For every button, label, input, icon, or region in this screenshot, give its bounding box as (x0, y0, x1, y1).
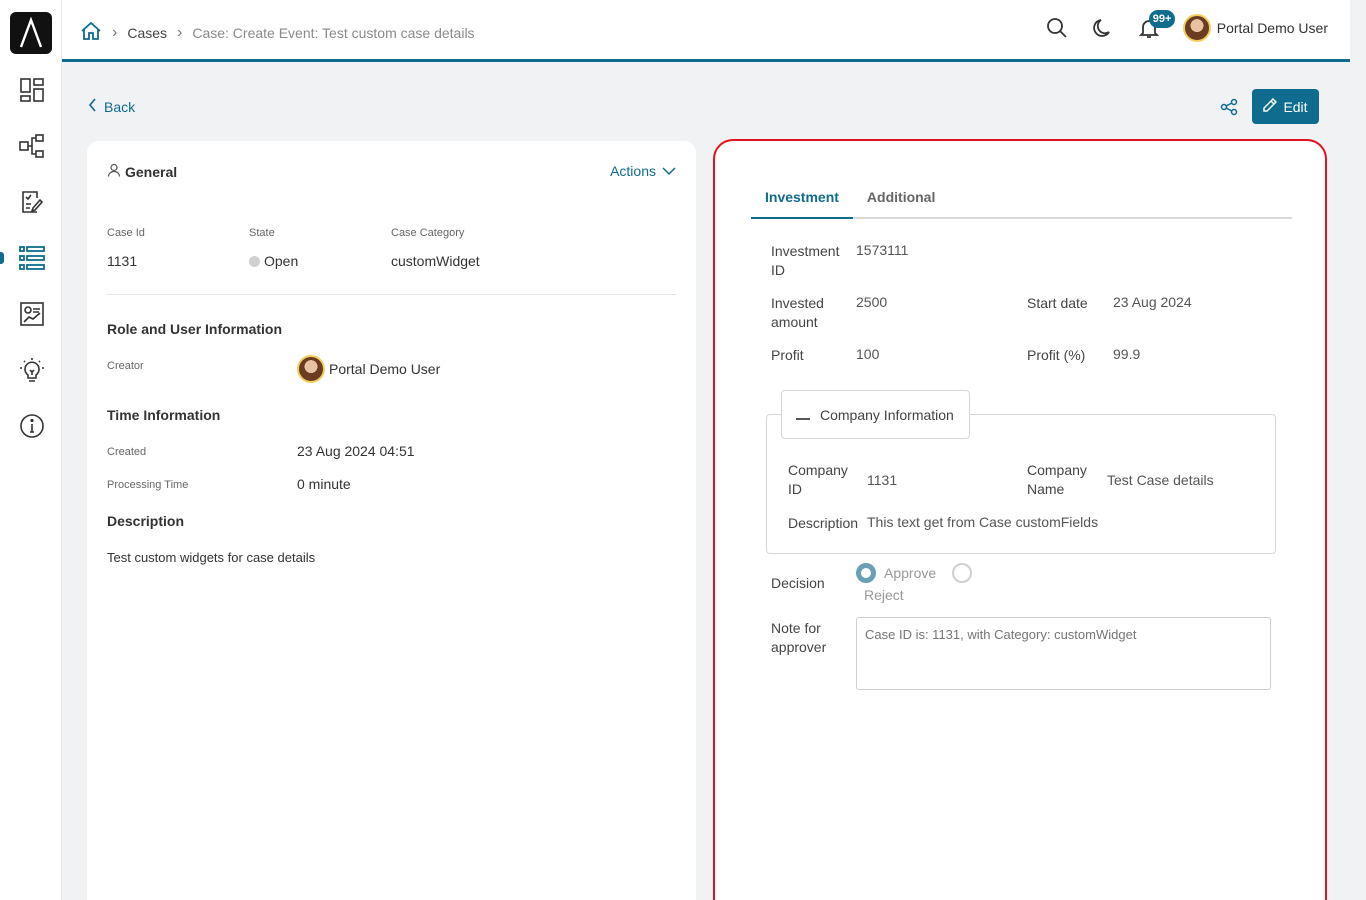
breadcrumb: › Cases › Case: Create Event: Test custo… (80, 20, 475, 45)
tab-additional[interactable]: Additional (853, 181, 949, 217)
general-title: General (107, 163, 177, 180)
creator-name: Portal Demo User (329, 361, 441, 377)
actions-label: Actions (610, 163, 656, 179)
back-button[interactable]: Back (88, 98, 135, 115)
state-dot (249, 256, 260, 267)
investment-id-label: Investment ID (771, 243, 840, 278)
description-text: Test custom widgets for case details (107, 550, 316, 565)
tasks-icon[interactable] (18, 188, 46, 216)
user-menu[interactable]: Portal Demo User (1182, 14, 1328, 42)
company-panel-toggle[interactable]: Company Information (781, 390, 970, 439)
company-panel-title: Company Information (820, 406, 954, 423)
chevron-right-icon: › (177, 23, 183, 41)
back-label: Back (104, 98, 136, 115)
company-desc-value: This text get from Case customFields (867, 514, 1099, 530)
info-icon[interactable] (18, 412, 46, 440)
sidebar (0, 0, 62, 900)
actions-dropdown[interactable]: Actions (610, 163, 676, 179)
company-desc-label: Description (788, 515, 859, 531)
profit-pct-value: 99.9 (1113, 346, 1141, 362)
chevron-left-icon (88, 98, 98, 115)
user-name: Portal Demo User (1216, 20, 1328, 36)
profit-value: 100 (856, 346, 880, 362)
top-bar: › Cases › Case: Create Event: Test custo… (62, 0, 1350, 62)
processing-label: Processing Time (107, 479, 189, 491)
active-indicator (0, 252, 4, 264)
process-icon[interactable] (18, 132, 46, 160)
case-id-label: Case Id (107, 227, 145, 239)
company-id-value: 1131 (867, 472, 898, 488)
chevron-right-icon: › (112, 23, 118, 41)
time-section-title: Time Information (107, 407, 221, 423)
general-card: General Actions Case Id 1131 State Open … (87, 141, 696, 900)
user-icon (107, 163, 121, 180)
divider (107, 294, 676, 295)
tab-bar: Investment Additional (751, 181, 1292, 219)
notification-bell-icon[interactable]: 99+ (1137, 10, 1176, 40)
note-textarea[interactable] (856, 617, 1271, 690)
decision-label: Decision (771, 575, 825, 591)
profit-pct-label: Profit (%) (1027, 347, 1086, 363)
processing-value: 0 minute (297, 476, 351, 492)
approve-radio[interactable] (856, 563, 876, 583)
category-value: customWidget (391, 253, 480, 269)
pencil-icon (1263, 97, 1278, 115)
case-id-value: 1131 (107, 253, 138, 269)
reject-label[interactable]: Reject (864, 587, 904, 603)
app-logo[interactable] (10, 12, 52, 54)
role-section-title: Role and User Information (107, 321, 283, 337)
created-value: 23 Aug 2024 04:51 (297, 443, 415, 459)
category-label: Case Category (391, 227, 465, 239)
approve-label[interactable]: Approve (884, 565, 936, 581)
tab-investment[interactable]: Investment (751, 181, 853, 219)
collapse-icon (796, 407, 810, 423)
state-text: Open (264, 253, 299, 269)
notification-badge: 99+ (1148, 10, 1176, 28)
custom-widget-panel: Investment Additional Investment ID 1573… (713, 139, 1327, 900)
edit-label: Edit (1283, 98, 1308, 115)
description-section-title: Description (107, 513, 185, 529)
note-label: Note for approver (771, 620, 827, 655)
state-value: Open (249, 253, 298, 269)
dark-mode-icon[interactable] (1091, 16, 1115, 40)
avatar (297, 355, 325, 383)
state-label: State (249, 227, 275, 239)
company-name-label: Company Name (1027, 462, 1087, 497)
dashboard-icon[interactable] (18, 76, 46, 104)
start-date-label: Start date (1027, 295, 1088, 311)
statistics-icon[interactable] (18, 300, 46, 328)
start-date-value: 23 Aug 2024 (1113, 294, 1192, 310)
share-icon[interactable] (1220, 98, 1238, 116)
general-title-text: General (125, 163, 178, 180)
breadcrumb-cases[interactable]: Cases (127, 25, 167, 41)
invested-amount-value: 2500 (856, 294, 888, 310)
chevron-down-icon (662, 163, 676, 179)
creator-label: Creator (107, 360, 144, 372)
search-icon[interactable] (1045, 16, 1069, 40)
created-label: Created (107, 446, 147, 458)
edit-button[interactable]: Edit (1252, 89, 1319, 124)
top-actions: 99+ Portal Demo User (1045, 10, 1328, 42)
creator: Portal Demo User (297, 355, 440, 383)
lightbulb-icon[interactable] (18, 356, 46, 384)
profit-label: Profit (771, 347, 804, 363)
reject-radio[interactable] (952, 563, 972, 583)
investment-id-value: 1573111 (856, 242, 909, 258)
company-name-value: Test Case details (1107, 472, 1214, 488)
company-id-label: Company ID (788, 462, 848, 497)
avatar (1182, 14, 1211, 42)
home-icon[interactable] (80, 20, 102, 45)
invested-amount-label: Invested amount (771, 295, 824, 330)
breadcrumb-current: Case: Create Event: Test custom case det… (192, 24, 475, 41)
cases-icon[interactable] (18, 244, 46, 272)
